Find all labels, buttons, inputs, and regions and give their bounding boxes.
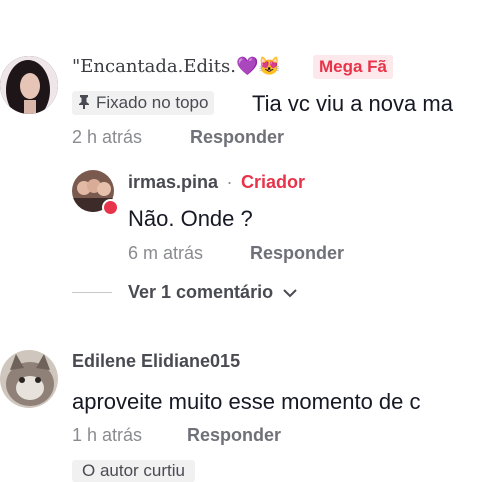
chevron-down-icon [282,285,298,303]
avatar-edilene[interactable] [0,350,58,408]
reply-button[interactable]: Responder [190,127,284,148]
separator-dot: · [226,172,233,192]
pin-icon [78,93,90,113]
avatar-encantada[interactable] [0,56,58,114]
divider-line [72,292,112,293]
reply-time: 6 m atrás [128,243,204,263]
pinned-label: Fixado no topo [72,91,215,115]
creator-avatar-wrap[interactable] [72,170,119,216]
mega-fan-badge: Mega Fã [313,55,394,79]
comment-text: Tia vc viu a nova ma [252,91,453,116]
pinned-text: Fixado no topo [96,93,209,112]
avatar-image [0,350,58,408]
reply-button[interactable]: Responder [187,425,281,446]
comment-time: 1 h atrás [72,425,143,445]
liked-by-author-badge: O autor curtiu [72,460,195,482]
reply-button[interactable]: Responder [250,243,344,264]
view-replies-label: Ver 1 comentário [128,282,274,302]
comment-time: 2 h atrás [72,127,143,147]
reply-text: Não. Onde ? [128,206,253,231]
comment-username[interactable]: Edilene Elidiane015 [72,351,240,372]
view-replies-button[interactable]: Ver 1 comentário [128,282,298,303]
reply-header: irmas.pina · Criador [128,172,305,193]
reply-username[interactable]: irmas.pina [128,172,218,192]
creator-label: Criador [240,172,305,192]
avatar-image [0,56,58,114]
comment-text: aproveite muito esse momento de c [72,389,421,414]
comment-username[interactable]: "Encantada.Edits.💜😻 [72,56,281,77]
creator-check-icon [102,199,119,216]
